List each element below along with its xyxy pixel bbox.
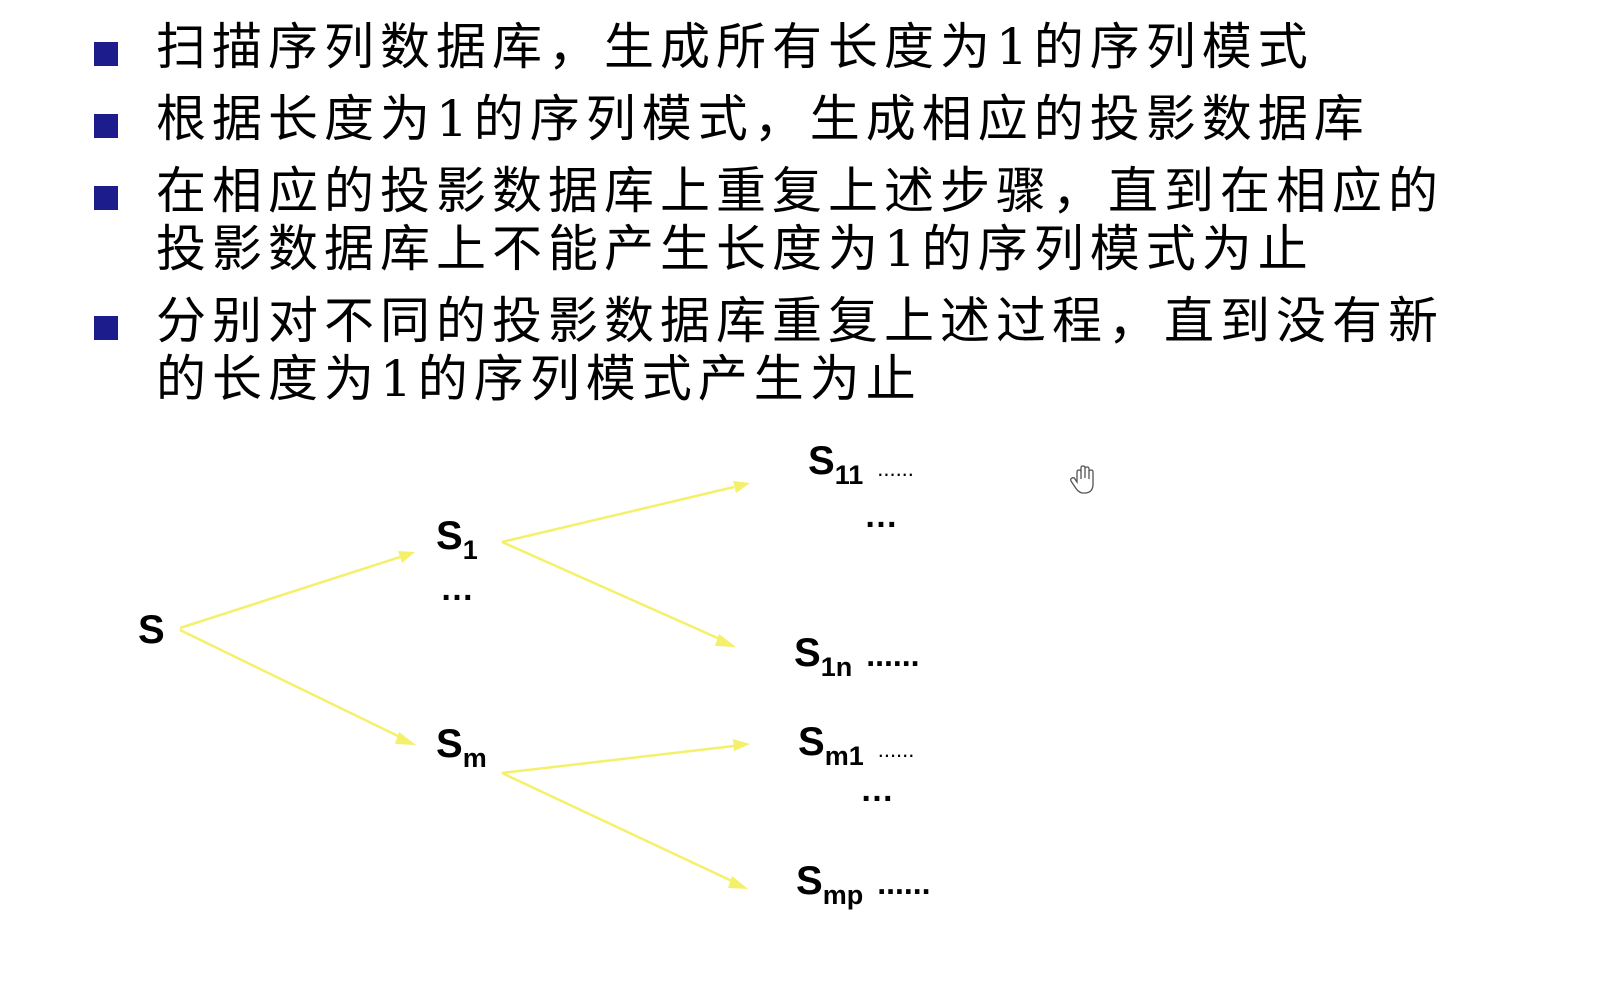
arrowhead [733, 739, 750, 751]
node-s11: S11...... [808, 439, 914, 490]
arrow-s1-to-s11 [501, 485, 735, 544]
node-sm1: Sm1...... [798, 720, 914, 771]
arrow-s-to-sm [179, 628, 403, 740]
arrow-sm-to-smp [501, 771, 735, 884]
arrowhead [395, 732, 416, 745]
arrow-sm-to-sm1 [501, 744, 735, 775]
ellipsis-level2-upper: … [864, 497, 898, 535]
slide: 扫描序列数据库，生成所有长度为1的序列模式 根据长度为1的序列模式，生成相应的投… [0, 0, 1624, 1006]
hand-cursor-icon [1070, 465, 1094, 494]
arrow-s-to-s1 [179, 555, 401, 630]
node-s1n: S1n...... [794, 631, 920, 682]
arrowhead [733, 481, 750, 493]
node-sm: Sm [436, 722, 487, 773]
node-s: S [138, 608, 165, 652]
arrowhead [398, 551, 415, 563]
ellipsis-level2-lower: … [860, 771, 894, 809]
projection-tree-diagram: S S1 … Sm S11...... … S1n...... Sm1.....… [138, 439, 931, 910]
node-s1: S1 [436, 514, 478, 565]
node-smp: Smp...... [796, 859, 931, 910]
arrow-s1-to-s1n [501, 540, 723, 642]
ellipsis-level1: … [440, 570, 474, 608]
arrowhead [715, 634, 736, 647]
arrowhead [728, 876, 748, 889]
